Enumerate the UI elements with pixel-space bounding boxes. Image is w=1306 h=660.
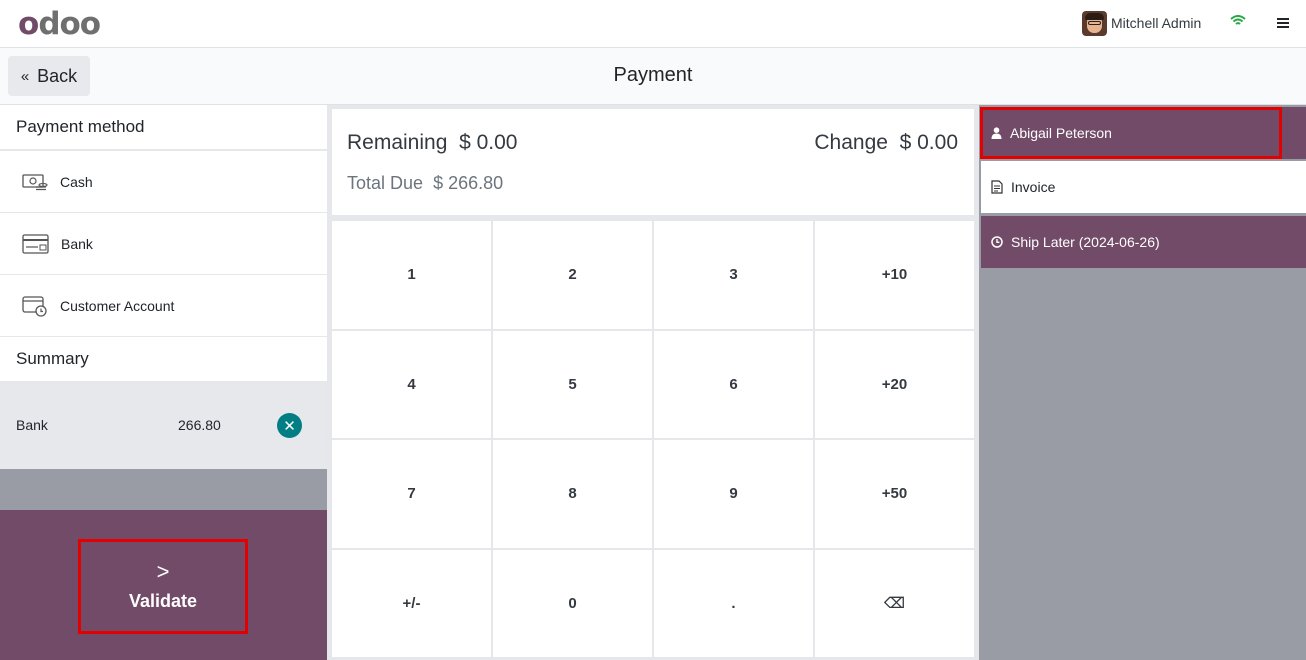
ship-later-button[interactable]: Ship Later (2024-06-26) <box>981 216 1306 268</box>
numpad-key-0[interactable]: 0 <box>493 549 652 657</box>
payment-method-cash[interactable]: Cash <box>0 151 327 213</box>
remaining-label: Remaining <box>347 131 448 154</box>
payment-header: Payment « Back <box>0 48 1306 105</box>
numpad-key-plus-50[interactable]: +50 <box>815 440 974 548</box>
total-due-value: $ 266.80 <box>433 173 504 193</box>
numpad-key-plus-20[interactable]: +20 <box>815 330 974 438</box>
payment-method-customer-account[interactable]: Customer Account <box>0 275 327 337</box>
numpad-key-1[interactable]: 1 <box>332 221 491 329</box>
numpad-key-decimal[interactable]: . <box>654 549 813 657</box>
validate-label: Validate <box>128 591 198 611</box>
remove-circle-icon[interactable]: ✕ <box>277 413 302 438</box>
remaining: Remaining $ 0.00 <box>347 131 517 155</box>
numpad-key-8[interactable]: 8 <box>493 440 652 548</box>
back-label: Back <box>37 65 78 86</box>
invoice-label: Invoice <box>1011 179 1056 195</box>
user-menu[interactable]: Mitchell Admin <box>1082 10 1201 36</box>
numpad-key-2[interactable]: 2 <box>493 221 652 329</box>
payment-method-heading: Payment method <box>0 105 327 151</box>
validate-button[interactable]: > Validate <box>78 539 248 634</box>
cash-icon <box>22 173 48 190</box>
summary-line-amount: 266.80 <box>178 417 221 433</box>
summary-line[interactable]: Bank 266.80 ✕ <box>0 383 327 469</box>
odoo-logo[interactable]: odoo <box>18 6 101 42</box>
payment-method-label: Cash <box>60 173 93 190</box>
customer-highlight <box>980 107 1282 159</box>
total-due-label: Total Due <box>347 173 424 193</box>
numpad-key-7[interactable]: 7 <box>332 440 491 548</box>
numpad-key-6[interactable]: 6 <box>654 330 813 438</box>
file-text-icon <box>991 180 1003 194</box>
summary-heading: Summary <box>0 337 327 383</box>
hamburger-menu-icon[interactable] <box>1277 18 1289 30</box>
payment-method-bank[interactable]: Bank <box>0 213 327 275</box>
payment-options-panel: Abigail Peterson Invoice Ship Later (202… <box>979 105 1306 660</box>
remaining-value: $ 0.00 <box>459 131 518 154</box>
payment-method-label: Customer Account <box>60 297 175 314</box>
summary-line-method: Bank <box>16 417 48 433</box>
numpad-key-3[interactable]: 3 <box>654 221 813 329</box>
change-value: $ 0.00 <box>899 131 958 154</box>
numpad-key-4[interactable]: 4 <box>332 330 491 438</box>
chevron-right-icon: > <box>156 559 170 584</box>
numpad: 1 2 3 +10 4 5 6 +20 7 8 9 +50 +/- 0 . ⌫ <box>332 221 974 657</box>
double-chevron-left-icon: « <box>20 67 30 85</box>
top-navbar: odoo Mitchell Admin <box>0 0 1306 48</box>
payment-methods-panel: Payment method Cash Bank Customer Accoun… <box>0 105 327 660</box>
change: Change $ 0.00 <box>814 131 958 155</box>
numpad-key-5[interactable]: 5 <box>493 330 652 438</box>
total-due: Total Due $ 266.80 <box>347 173 503 194</box>
backspace-icon[interactable]: ⌫ <box>815 549 974 657</box>
change-label: Change <box>814 131 888 154</box>
user-name: Mitchell Admin <box>1111 15 1202 31</box>
invoice-button[interactable]: Invoice <box>981 161 1306 213</box>
payment-method-label: Bank <box>61 235 93 252</box>
numpad-key-plus-minus[interactable]: +/- <box>332 549 491 657</box>
customer-account-icon <box>22 295 47 317</box>
numpad-key-plus-10[interactable]: +10 <box>815 221 974 329</box>
numpad-key-9[interactable]: 9 <box>654 440 813 548</box>
back-button[interactable]: « Back <box>8 56 90 96</box>
page-title: Payment <box>613 64 693 86</box>
user-avatar <box>1082 10 1107 36</box>
ship-later-label: Ship Later (2024-06-26) <box>1011 234 1160 250</box>
payment-totals: Remaining $ 0.00 Change $ 0.00 Total Due… <box>332 109 974 215</box>
bank-card-icon <box>22 233 49 254</box>
clock-icon <box>991 236 1003 248</box>
validate-area: > Validate <box>0 510 327 660</box>
empty-area <box>0 469 327 510</box>
payment-center: Remaining $ 0.00 Change $ 0.00 Total Due… <box>327 105 979 660</box>
wifi-icon[interactable] <box>1230 14 1246 32</box>
